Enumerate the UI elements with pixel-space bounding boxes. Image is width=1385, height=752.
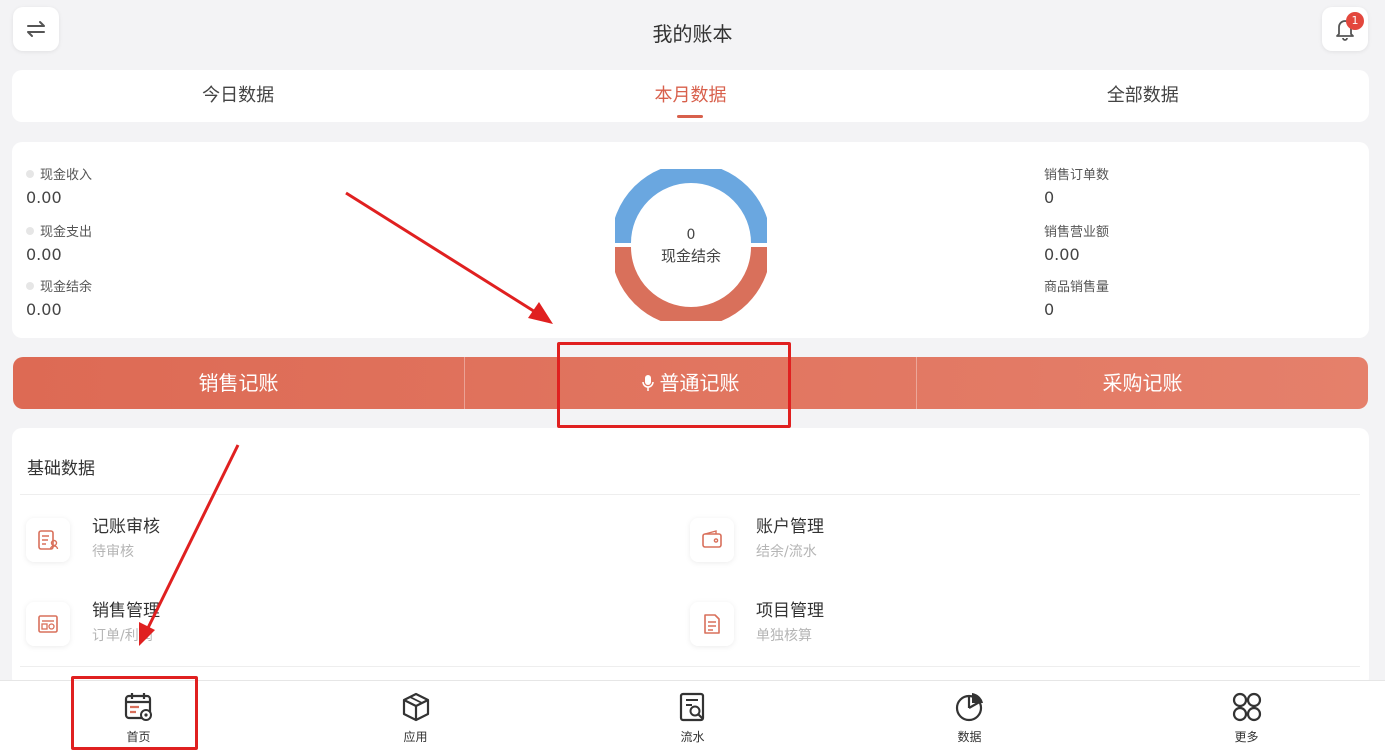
- grid-icon: [1232, 692, 1261, 722]
- page-title: 我的账本: [652, 22, 733, 46]
- stat-label: 销售营业额: [1044, 225, 1110, 240]
- notification-badge: 1: [1346, 12, 1364, 30]
- tab-all[interactable]: 全部数据: [917, 70, 1369, 122]
- section-title: 基础数据: [27, 459, 95, 479]
- stat-value: 0: [1044, 188, 1055, 207]
- wallet-icon: [690, 518, 734, 562]
- divider: [20, 494, 1360, 495]
- item-name: 记账审核: [92, 517, 160, 537]
- item-name: 账户管理: [756, 517, 824, 537]
- stat-label: 现金结余: [40, 280, 93, 295]
- pie-chart-icon: [955, 693, 983, 722]
- stat-label: 现金收入: [40, 168, 93, 183]
- nav-data[interactable]: 数据: [831, 681, 1108, 752]
- sales-icon: [26, 602, 70, 646]
- item-sales-management[interactable]: 销售管理 订单/利润: [26, 596, 160, 646]
- sales-bookkeeping-button[interactable]: 销售记账: [13, 357, 464, 409]
- tab-this-month[interactable]: 本月数据: [464, 70, 916, 122]
- stat-cash-expense: 现金支出 0.00: [26, 221, 92, 264]
- box-icon: [402, 692, 429, 722]
- stat-value: 0: [1044, 300, 1055, 319]
- nav-label: 流水: [680, 730, 705, 744]
- stat-value: 0.00: [26, 300, 62, 319]
- item-account-management[interactable]: 账户管理 结余/流水: [690, 512, 824, 562]
- stat-label: 销售订单数: [1044, 168, 1110, 183]
- bottom-navigation: 首页 应用 流水 数据 更多: [0, 680, 1385, 752]
- ledger-search-icon: [679, 692, 704, 722]
- nav-label: 数据: [957, 730, 982, 744]
- tab-today[interactable]: 今日数据: [12, 70, 464, 122]
- item-name: 项目管理: [756, 601, 824, 621]
- action-label: 采购记账: [1102, 371, 1183, 395]
- purchase-bookkeeping-button[interactable]: 采购记账: [916, 357, 1368, 409]
- stat-label: 商品销售量: [1044, 280, 1110, 295]
- donut-label: 现金结余: [660, 247, 721, 265]
- item-project-management[interactable]: 项目管理 单独核算: [690, 596, 824, 646]
- stats-card: 现金收入 0.00 现金支出 0.00 现金结余 0.00 0 现金结余 销售订…: [12, 142, 1369, 338]
- nav-ledger[interactable]: 流水: [554, 681, 831, 752]
- stat-value: 0.00: [26, 188, 62, 207]
- donut-value: 0: [686, 227, 696, 243]
- stat-value: 0.00: [26, 245, 62, 264]
- item-bookkeeping-review[interactable]: 记账审核 待审核: [26, 512, 160, 562]
- notification-button[interactable]: 1: [1322, 7, 1368, 51]
- nav-label: 更多: [1234, 730, 1259, 744]
- legend-dot: [26, 226, 34, 235]
- highlight-box-general-bookkeeping: [557, 342, 791, 428]
- period-tabs: 今日数据 本月数据 全部数据: [12, 70, 1369, 122]
- top-bar: 我的账本 1: [0, 0, 1385, 64]
- item-subtitle: 待审核: [92, 544, 134, 560]
- highlight-box-home-nav: [71, 676, 198, 750]
- stat-cash-balance: 现金结余 0.00: [26, 276, 92, 319]
- stat-sales-revenue: 销售营业额 0.00: [1044, 221, 1109, 264]
- legend-dot: [26, 169, 34, 178]
- stat-label: 现金支出: [40, 225, 93, 240]
- nav-more[interactable]: 更多: [1108, 681, 1385, 752]
- nav-apps[interactable]: 应用: [277, 681, 554, 752]
- donut-center: 0 现金结余: [615, 227, 767, 266]
- item-subtitle: 订单/利润: [92, 628, 153, 644]
- stat-goods-sold: 商品销售量 0: [1044, 276, 1109, 319]
- item-subtitle: 单独核算: [756, 628, 812, 644]
- nav-label: 应用: [403, 730, 428, 744]
- action-label: 销售记账: [198, 371, 279, 395]
- review-icon: [26, 518, 70, 562]
- divider: [20, 666, 1360, 667]
- stat-value: 0.00: [1044, 245, 1080, 264]
- stat-cash-income: 现金收入 0.00: [26, 164, 92, 207]
- basic-data-section: 基础数据 记账审核 待审核 账户管理 结余/流水 销售管理 订单/利润 项目管理…: [12, 428, 1369, 688]
- item-subtitle: 结余/流水: [756, 544, 817, 560]
- legend-dot: [26, 281, 34, 290]
- item-name: 销售管理: [92, 601, 160, 621]
- project-icon: [690, 602, 734, 646]
- stat-sales-orders: 销售订单数 0: [1044, 164, 1109, 207]
